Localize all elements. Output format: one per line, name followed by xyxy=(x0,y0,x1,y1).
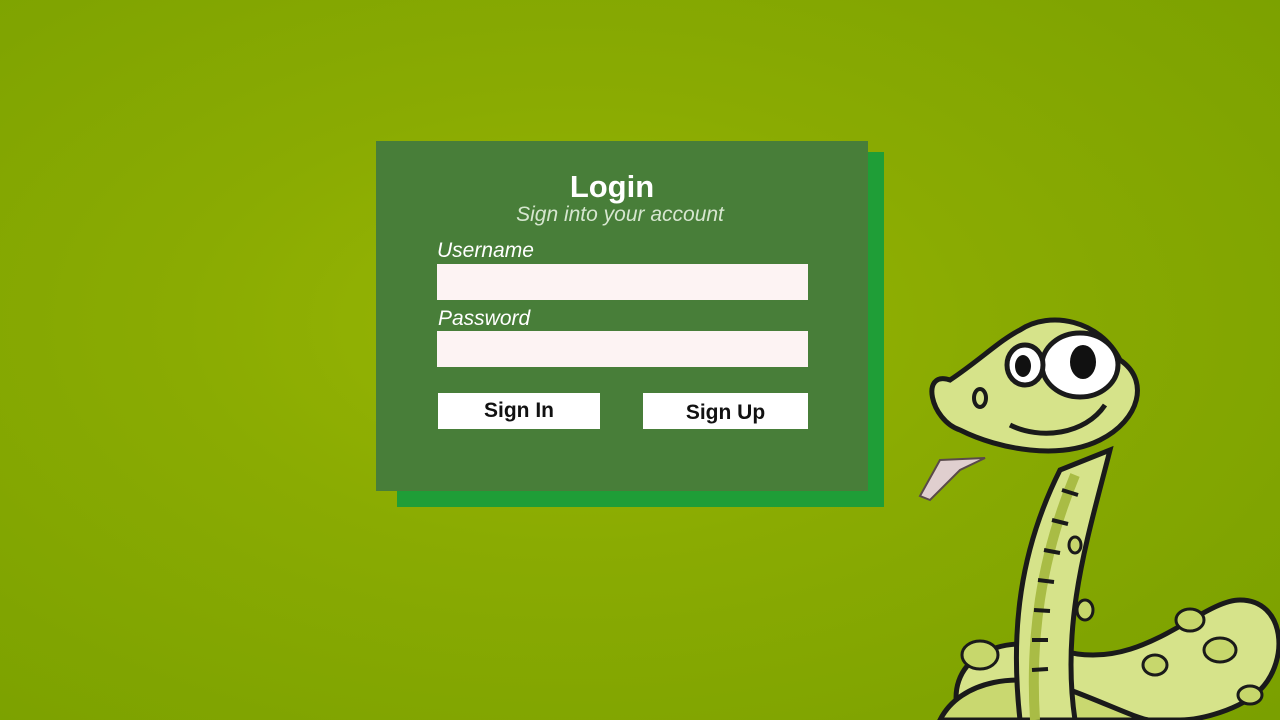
snake-mascot-icon xyxy=(918,317,1280,720)
sign-up-button[interactable]: Sign Up xyxy=(643,393,808,429)
username-input[interactable] xyxy=(437,264,808,300)
sign-in-button[interactable]: Sign In xyxy=(438,393,600,429)
password-label: Password xyxy=(438,307,531,330)
login-subtitle: Sign into your account xyxy=(516,203,724,226)
password-input[interactable] xyxy=(437,331,808,367)
login-title: Login xyxy=(569,169,655,204)
login-card: Login Sign into your account Username Pa… xyxy=(376,141,868,491)
username-label: Username xyxy=(437,239,534,262)
